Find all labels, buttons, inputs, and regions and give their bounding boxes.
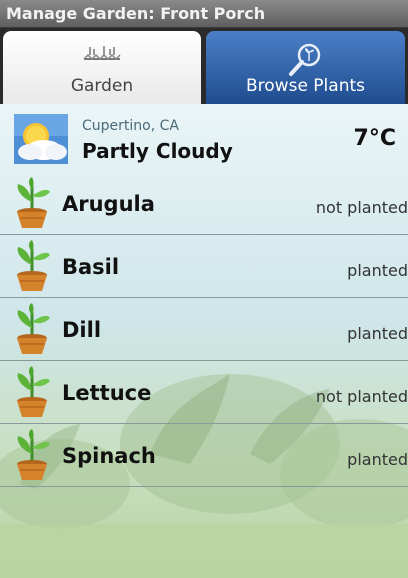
- tab-browse-plants-label: Browse Plants: [246, 76, 365, 96]
- weather-location: Cupertino, CA: [82, 118, 179, 134]
- plant-name: Spinach: [62, 444, 156, 468]
- plant-status: planted: [347, 261, 408, 280]
- plant-row-dill[interactable]: Dill planted: [0, 298, 408, 361]
- potted-plant-icon: [8, 365, 56, 423]
- tab-garden[interactable]: Garden: [3, 31, 201, 104]
- potted-plant-icon: [8, 176, 56, 234]
- plant-status: planted: [347, 450, 408, 469]
- potted-plant-icon: [8, 302, 56, 360]
- tab-garden-label: Garden: [70, 76, 134, 96]
- tab-browse-plants[interactable]: Browse Plants: [206, 31, 405, 104]
- garden-content: Cupertino, CA Partly Cloudy 7°C Arugula …: [0, 104, 408, 578]
- potted-plant-icon: [8, 239, 56, 297]
- plant-row-lettuce[interactable]: Lettuce not planted: [0, 361, 408, 424]
- plant-status: not planted: [315, 198, 408, 217]
- plant-name: Lettuce: [62, 381, 152, 405]
- window-title: Manage Garden: Front Porch: [0, 0, 408, 28]
- plant-row-spinach[interactable]: Spinach planted: [0, 424, 408, 487]
- weather-condition: Partly Cloudy: [82, 139, 233, 163]
- plant-list: Arugula not planted Basil planted Dill p…: [0, 172, 408, 487]
- plant-status: not planted: [315, 387, 408, 406]
- potted-plant-icon: [8, 428, 56, 486]
- plant-row-basil[interactable]: Basil planted: [0, 235, 408, 298]
- partly-cloudy-icon: [14, 114, 68, 168]
- plant-name: Arugula: [62, 192, 155, 216]
- plant-status: planted: [347, 324, 408, 343]
- plant-name: Dill: [62, 318, 102, 342]
- weather-temperature: 7°C: [353, 126, 396, 151]
- plant-name: Basil: [62, 255, 120, 279]
- plant-row-arugula[interactable]: Arugula not planted: [0, 172, 408, 235]
- tab-bar: Garden Browse Plants: [0, 28, 408, 104]
- weather-panel: Cupertino, CA Partly Cloudy 7°C: [0, 104, 408, 172]
- garden-icon: [80, 43, 124, 71]
